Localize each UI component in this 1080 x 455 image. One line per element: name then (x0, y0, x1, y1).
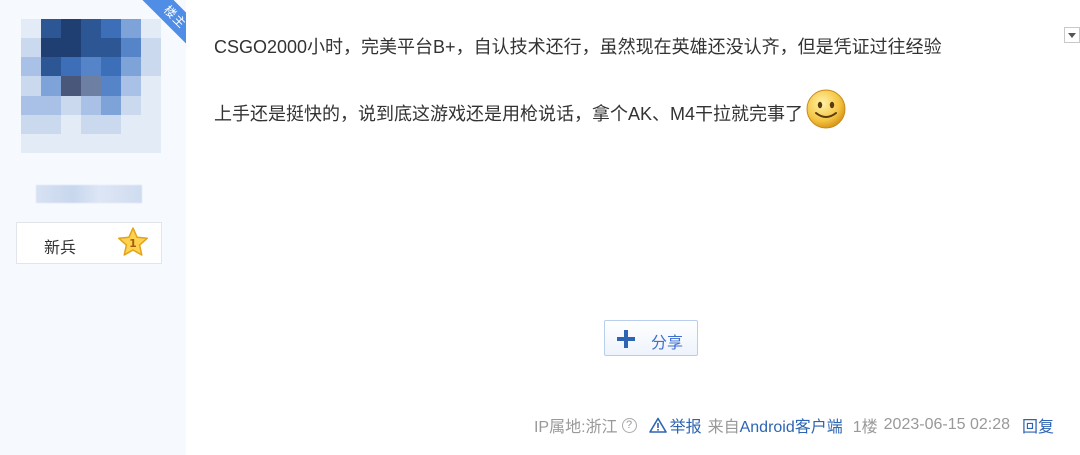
op-badge-label: 楼主 (135, 0, 186, 51)
client-link[interactable]: Android客户端 (740, 413, 843, 437)
post-meta: IP属地:浙江 ? 举报 来自 Android客户端 1楼 2023-06-15… (534, 414, 1054, 436)
warning-icon (648, 417, 667, 433)
share-button[interactable]: 分享 (604, 320, 698, 356)
report-link[interactable]: 举报 (648, 413, 702, 437)
floor-number: 1楼 (852, 419, 878, 436)
reply-button[interactable]: 回复 (1022, 413, 1054, 437)
ip-location: IP属地:浙江 (533, 419, 618, 436)
share-label: 分享 (651, 335, 684, 352)
from-prefix: 来自 (707, 419, 740, 436)
username[interactable] (36, 185, 142, 203)
post-line-1: CSGO2000小时，完美平台B+，自认技术还行，虽然现在英雄还没认齐，但是凭证… (214, 37, 942, 57)
smiley-icon (806, 89, 846, 129)
post-timestamp: 2023-06-15 02:28 (883, 416, 1010, 433)
op-badge: 楼主 (135, 0, 186, 51)
post-line-2: 上手还是挺快的，说到底这游戏还是用枪说话，拿个AK、M4干拉就完事了 (214, 88, 1059, 129)
help-icon[interactable]: ? (621, 417, 637, 433)
level-star-icon: 1 (118, 227, 148, 256)
level-number: 1 (129, 237, 137, 250)
post-line-2-text: 上手还是挺快的，说到底这游戏还是用枪说话，拿个AK、M4干拉就完事了 (214, 104, 804, 124)
author-sidebar: 楼主 新兵 1 (0, 0, 186, 455)
level-name: 新兵 (44, 240, 77, 257)
level-badge[interactable]: 新兵 1 (16, 222, 162, 264)
report-label: 举报 (669, 419, 702, 436)
post-menu-dropdown[interactable] (1064, 27, 1080, 43)
post-content: CSGO2000小时，完美平台B+，自认技术还行，虽然现在英雄还没认齐，但是凭证… (214, 32, 1059, 129)
plus-icon (617, 330, 635, 348)
